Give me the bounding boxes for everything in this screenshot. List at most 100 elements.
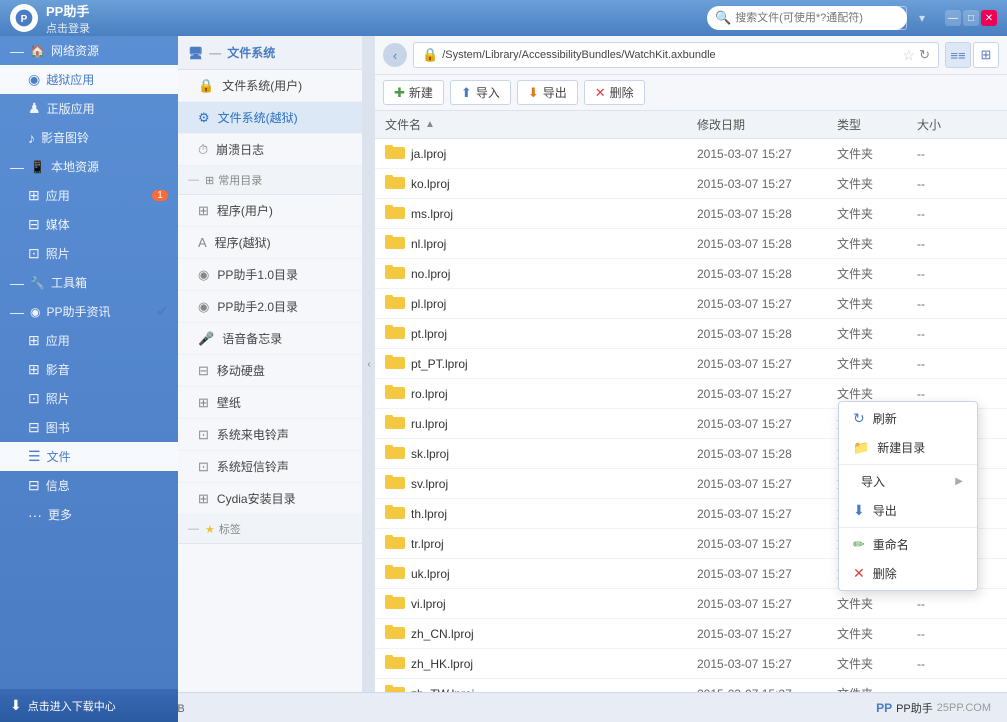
pp-logo-text: PP — [876, 701, 892, 715]
star-icon[interactable]: ☆ — [903, 47, 916, 64]
news-files-label: 文件 — [47, 448, 71, 465]
sidebar-item-jailbreak-apps[interactable]: ◉ 越狱应用 — [0, 65, 178, 94]
local-dash: — — [10, 159, 24, 175]
sidebar-item-apps[interactable]: ⊞ 应用 1 — [0, 181, 178, 210]
middle-item-pp2-dir[interactable]: ◉ PP助手2.0目录 — [178, 291, 362, 323]
table-row[interactable]: pt.lproj2015-03-07 15:28文件夹-- — [375, 319, 1007, 349]
file-size: -- — [917, 297, 997, 311]
refresh-icon[interactable]: ↻ — [919, 47, 930, 63]
middle-item-fs-user[interactable]: 🔒 文件系统(用户) — [178, 70, 362, 102]
file-icon — [385, 503, 405, 524]
new-btn[interactable]: ✚ 新建 — [383, 80, 444, 105]
sidebar-section-local[interactable]: — 📱 本地资源 — [0, 152, 178, 181]
collapse-handle[interactable]: ‹ — [363, 36, 375, 692]
file-size: -- — [917, 147, 997, 161]
delete-btn[interactable]: ✕ 删除 — [584, 80, 645, 105]
login-link[interactable]: 点击登录 — [46, 20, 90, 36]
maximize-btn[interactable]: □ — [963, 10, 979, 26]
voice-memo-label: 语音备忘录 — [222, 330, 282, 347]
middle-item-mobile-hdd[interactable]: ⊟ 移动硬盘 — [178, 355, 362, 387]
sidebar-item-news-more[interactable]: ··· 更多 — [0, 500, 178, 529]
file-name: pt.lproj — [411, 327, 697, 341]
file-date: 2015-03-07 15:27 — [697, 507, 837, 521]
file-type: 文件夹 — [837, 175, 917, 192]
table-row[interactable]: pl.lproj2015-03-07 15:27文件夹-- — [375, 289, 1007, 319]
wallpaper-icon: ⊞ — [198, 395, 209, 411]
sidebar-item-ringtones[interactable]: ♪ 影音图铃 — [0, 123, 178, 152]
app-name: PP助手 — [46, 1, 90, 20]
table-row[interactable]: vi.lproj2015-03-07 15:27文件夹-- — [375, 589, 1007, 619]
file-name: ja.lproj — [411, 147, 697, 161]
export-btn[interactable]: ⬇ 导出 — [517, 80, 578, 105]
ctx-refresh[interactable]: ↻ 刷新 — [839, 404, 977, 433]
search-bar: 🔍 — [707, 6, 907, 30]
col-name-header: 文件名 ▲ — [385, 116, 697, 133]
table-row[interactable]: pt_PT.lproj2015-03-07 15:27文件夹-- — [375, 349, 1007, 379]
back-btn[interactable]: ‹ — [383, 43, 407, 67]
file-icon — [385, 563, 405, 584]
ctx-delete[interactable]: ✕ 删除 — [839, 559, 977, 588]
ctx-import[interactable]: 导入 ▶ — [839, 467, 977, 496]
sys-ringtone-label: 系统来电铃声 — [217, 426, 289, 443]
cydia-label: Cydia安装目录 — [217, 490, 296, 507]
file-icon — [385, 293, 405, 314]
sidebar-item-official-apps[interactable]: ♟ 正版应用 — [0, 94, 178, 123]
download-center[interactable]: ⬇ 点击进入下载中心 — [0, 689, 178, 692]
news-video-icon: ⊞ — [28, 361, 40, 378]
sidebar-section-network[interactable]: — 🏠 网络资源 — [0, 36, 178, 65]
sidebar-item-news-photos[interactable]: ⊡ 照片 — [0, 384, 178, 413]
file-type: 文件夹 — [837, 625, 917, 642]
file-size: -- — [917, 177, 997, 191]
middle-item-pp1-dir[interactable]: ◉ PP助手1.0目录 — [178, 259, 362, 291]
middle-subsection-common: — ⊞ 常用目录 — [178, 166, 362, 195]
sidebar-item-news-video[interactable]: ⊞ 影音 — [0, 355, 178, 384]
sidebar-item-news-messages[interactable]: ⊟ 信息 — [0, 471, 178, 500]
table-row[interactable]: ja.lproj2015-03-07 15:27文件夹-- — [375, 139, 1007, 169]
table-row[interactable]: zh_TW.lproj2015-03-07 15:27文件夹-- — [375, 679, 1007, 692]
news-files-icon: ☰ — [28, 448, 41, 465]
file-date: 2015-03-07 15:27 — [697, 357, 837, 371]
middle-item-programs-user[interactable]: ⊞ 程序(用户) — [178, 195, 362, 227]
sidebar-item-news-apps[interactable]: ⊞ 应用 — [0, 326, 178, 355]
minimize-btn[interactable]: — — [945, 10, 961, 26]
list-view-btn[interactable]: ≡≡ — [945, 42, 971, 68]
file-icon — [385, 203, 405, 224]
sidebar-section-toolbox[interactable]: — 🔧 工具箱 — [0, 268, 178, 297]
news-books-icon: ⊟ — [28, 419, 40, 436]
pp-news-label: PP助手资讯 — [46, 303, 110, 320]
close-btn[interactable]: ✕ — [981, 10, 997, 26]
file-icon — [385, 533, 405, 554]
sidebar-item-news-books[interactable]: ⊟ 图书 — [0, 413, 178, 442]
table-row[interactable]: ms.lproj2015-03-07 15:28文件夹-- — [375, 199, 1007, 229]
file-type: 文件夹 — [837, 355, 917, 372]
middle-item-crash-log[interactable]: ⏱ 崩溃日志 — [178, 134, 362, 166]
sidebar-section-pp-news[interactable]: — ◉ PP助手资讯 ✔ — [0, 297, 178, 326]
sidebar-item-news-files[interactable]: ☰ 文件 — [0, 442, 178, 471]
table-row[interactable]: zh_CN.lproj2015-03-07 15:27文件夹-- — [375, 619, 1007, 649]
import-btn[interactable]: ⬆ 导入 — [450, 80, 511, 105]
middle-item-cydia[interactable]: ⊞ Cydia安装目录 — [178, 483, 362, 515]
file-date: 2015-03-07 15:28 — [697, 447, 837, 461]
news-books-label: 图书 — [46, 419, 70, 436]
table-row[interactable]: zh_HK.lproj2015-03-07 15:27文件夹-- — [375, 649, 1007, 679]
sidebar-item-photos[interactable]: ⊡ 照片 — [0, 239, 178, 268]
pp1-label: PP助手1.0目录 — [217, 266, 298, 283]
middle-item-sys-sms[interactable]: ⊡ 系统短信铃声 — [178, 451, 362, 483]
ctx-new-folder[interactable]: 📁 新建目录 — [839, 433, 977, 462]
middle-item-voice-memo[interactable]: 🎤 语音备忘录 — [178, 323, 362, 355]
volume-controls: ▾ — [919, 11, 925, 25]
table-row[interactable]: ko.lproj2015-03-07 15:27文件夹-- — [375, 169, 1007, 199]
grid-view-btn[interactable]: ⊞ — [973, 42, 999, 68]
ctx-rename[interactable]: ✏ 重命名 — [839, 530, 977, 559]
search-input[interactable] — [735, 12, 895, 24]
sidebar-item-media[interactable]: ⊟ 媒体 — [0, 210, 178, 239]
table-row[interactable]: nl.lproj2015-03-07 15:28文件夹-- — [375, 229, 1007, 259]
middle-item-sys-ringtone[interactable]: ⊡ 系统来电铃声 — [178, 419, 362, 451]
table-row[interactable]: no.lproj2015-03-07 15:28文件夹-- — [375, 259, 1007, 289]
middle-item-fs-jailbreak[interactable]: ⚙ 文件系统(越狱) — [178, 102, 362, 134]
file-icon — [385, 263, 405, 284]
apps-label: 应用 — [46, 187, 70, 204]
middle-item-wallpaper[interactable]: ⊞ 壁纸 — [178, 387, 362, 419]
middle-item-programs-jailbreak[interactable]: A 程序(越狱) — [178, 227, 362, 259]
ctx-export[interactable]: ⬇ 导出 — [839, 496, 977, 525]
